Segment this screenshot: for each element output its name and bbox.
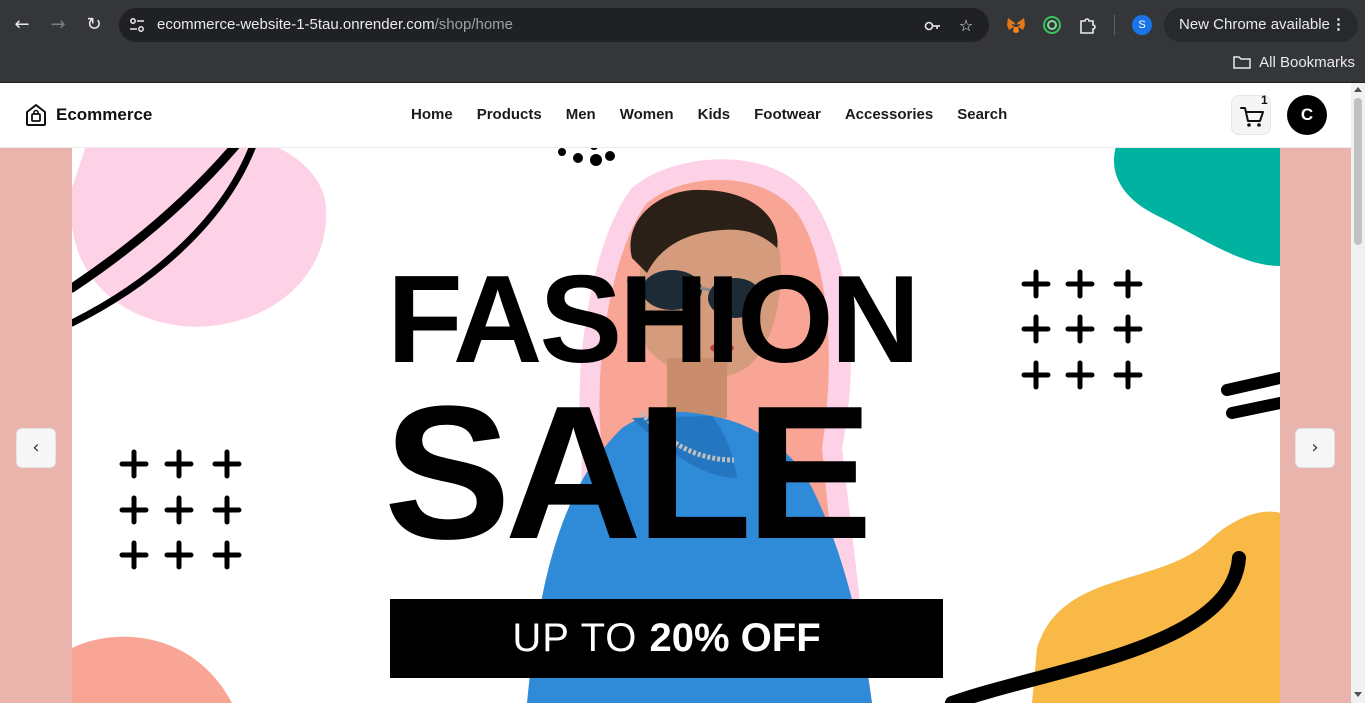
cart-count-badge: 1 <box>1261 93 1268 107</box>
url-host: ecommerce-website-1-5tau.onrender.com <box>157 16 435 33</box>
nav-home[interactable]: Home <box>411 106 453 123</box>
bookmarks-label: All Bookmarks <box>1259 53 1355 71</box>
url-text[interactable]: ecommerce-website-1-5tau.onrender.com/sh… <box>157 16 513 33</box>
update-chrome-button[interactable]: New Chrome available ⋮ <box>1164 8 1358 42</box>
all-bookmarks-button[interactable]: All Bookmarks <box>1233 52 1355 72</box>
browser-toolbar: ← → ↻ ecommerce-website-1-5tau.onrender.… <box>0 0 1365 50</box>
folder-icon <box>1233 56 1251 69</box>
nav-women[interactable]: Women <box>620 106 674 123</box>
scrollbar-thumb[interactable] <box>1354 98 1362 245</box>
metamask-extension-icon[interactable] <box>1006 15 1026 35</box>
offer-banner: UP TO 20% OFF <box>390 599 943 678</box>
forward-arrow-icon[interactable]: → <box>46 13 70 37</box>
reload-icon[interactable]: ↻ <box>82 13 106 37</box>
nav-search[interactable]: Search <box>957 106 1007 123</box>
site-header: Ecommerce Home Products Men Women Kids F… <box>0 83 1351 148</box>
site-settings-icon[interactable] <box>129 17 145 33</box>
nav-kids[interactable]: Kids <box>698 106 731 123</box>
user-avatar[interactable]: C <box>1287 95 1327 135</box>
puzzle-extension-icon[interactable] <box>1078 15 1098 35</box>
carousel-prev-button[interactable]: ‹ <box>16 428 56 468</box>
headline-sale: SALE <box>384 367 873 579</box>
plus-cluster-right <box>1021 269 1143 390</box>
bookmark-star-icon[interactable]: ☆ <box>957 17 975 35</box>
nav-men[interactable]: Men <box>566 106 596 123</box>
kebab-menu-icon[interactable]: ⋮ <box>1331 8 1346 42</box>
circle-extension-icon[interactable] <box>1042 15 1062 35</box>
chevron-right-icon: › <box>1311 437 1319 458</box>
hero-carousel: FASHION SALE UP TO 20% OFF ‹ › <box>0 148 1351 703</box>
offer-prefix: UP TO <box>512 616 650 660</box>
nav-accessories[interactable]: Accessories <box>845 106 933 123</box>
back-arrow-icon[interactable]: ← <box>10 13 34 37</box>
hero-slide: FASHION SALE UP TO 20% OFF <box>72 148 1280 703</box>
address-bar[interactable]: ecommerce-website-1-5tau.onrender.com/sh… <box>119 8 989 42</box>
profile-avatar[interactable]: S <box>1132 15 1152 35</box>
chevron-left-icon: ‹ <box>32 437 40 458</box>
scroll-down-arrow-icon[interactable] <box>1354 692 1362 697</box>
url-path: /shop/home <box>434 16 514 33</box>
toolbar-separator <box>1114 15 1115 35</box>
plus-cluster-left <box>119 449 242 570</box>
main-nav: Home Products Men Women Kids Footwear Ac… <box>411 106 1031 123</box>
nav-products[interactable]: Products <box>477 106 542 123</box>
scroll-up-arrow-icon[interactable] <box>1354 87 1362 92</box>
bookmarks-bar <box>0 50 1365 83</box>
shop-bag-icon <box>26 104 46 126</box>
nav-footwear[interactable]: Footwear <box>754 106 821 123</box>
carousel-next-button[interactable]: › <box>1295 428 1335 468</box>
headline-fashion: FASHION <box>387 251 920 389</box>
offer-discount: 20% OFF <box>649 616 821 660</box>
password-key-icon[interactable] <box>923 17 941 35</box>
site-logo[interactable]: Ecommerce <box>25 103 152 127</box>
update-label: New Chrome available <box>1179 16 1330 33</box>
logo-text: Ecommerce <box>56 105 153 124</box>
